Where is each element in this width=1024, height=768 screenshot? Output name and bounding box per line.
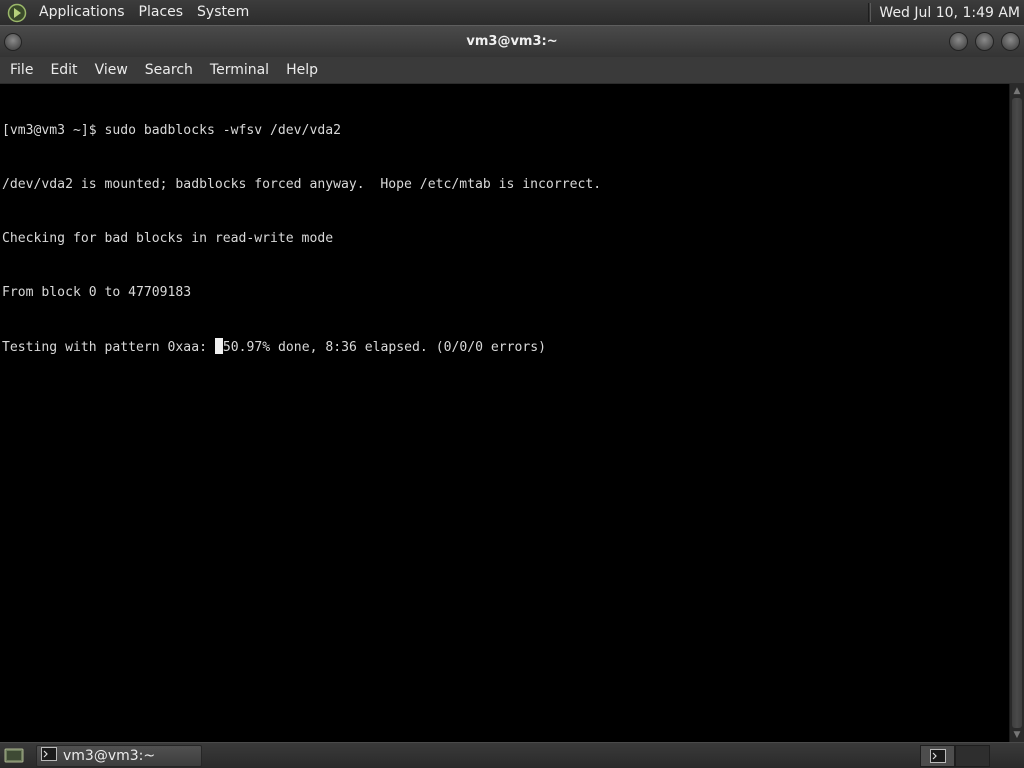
window-controls [949, 32, 1020, 51]
terminal-progress-line: Testing with pattern 0xaa: 50.97% done, … [2, 338, 1009, 356]
terminal-scrollbar[interactable]: ▲ ▼ [1009, 84, 1024, 742]
workspace-switcher[interactable] [920, 745, 990, 767]
workspace-2[interactable] [955, 745, 990, 767]
close-button[interactable] [1001, 32, 1020, 51]
terminal-icon [41, 746, 57, 765]
scroll-up-arrow-icon[interactable]: ▲ [1010, 84, 1024, 98]
menubar: File Edit View Search Terminal Help [0, 57, 1024, 83]
menu-edit[interactable]: Edit [43, 57, 84, 83]
taskbar-window-button[interactable]: vm3@vm3:~ [36, 744, 202, 767]
bottom-panel: vm3@vm3:~ [0, 742, 1024, 768]
menu-help[interactable]: Help [279, 57, 325, 83]
panel-separator [868, 3, 872, 22]
menu-view[interactable]: View [88, 57, 135, 83]
menu-search[interactable]: Search [138, 57, 200, 83]
window-title: vm3@vm3:~ [466, 34, 558, 49]
workspace-1[interactable] [920, 745, 955, 767]
system-menu[interactable]: System [190, 0, 256, 25]
window-menu-button[interactable] [4, 33, 22, 51]
applications-menu[interactable]: Applications [32, 0, 132, 25]
menu-terminal[interactable]: Terminal [203, 57, 276, 83]
terminal-line: Checking for bad blocks in read-write mo… [2, 231, 334, 246]
scrollbar-thumb[interactable] [1012, 98, 1022, 728]
gnome-foot-icon[interactable] [6, 2, 28, 24]
scroll-down-arrow-icon[interactable]: ▼ [1010, 728, 1024, 742]
show-desktop-icon[interactable] [2, 745, 26, 767]
text-cursor [214, 338, 223, 354]
progress-prefix: Testing with pattern 0xaa: [2, 340, 215, 355]
top-panel: Applications Places System Wed Jul 10, 1… [0, 0, 1024, 25]
places-menu[interactable]: Places [132, 0, 191, 25]
window-titlebar[interactable]: vm3@vm3:~ [0, 25, 1024, 57]
menu-file[interactable]: File [3, 57, 40, 83]
terminal-output[interactable]: [vm3@vm3 ~]$ sudo badblocks -wfsv /dev/v… [0, 84, 1009, 742]
progress-status: 50.97% done, 8:36 elapsed. (0/0/0 errors… [222, 340, 547, 355]
terminal-icon [929, 749, 946, 763]
terminal-line: From block 0 to 47709183 [2, 285, 192, 300]
minimize-button[interactable] [949, 32, 968, 51]
clock[interactable]: Wed Jul 10, 1:49 AM [879, 5, 1024, 21]
terminal-line: /dev/vda2 is mounted; badblocks forced a… [2, 177, 602, 192]
terminal-line: [vm3@vm3 ~]$ sudo badblocks -wfsv /dev/v… [2, 123, 341, 138]
taskbar-window-label: vm3@vm3:~ [63, 747, 156, 764]
maximize-button[interactable] [975, 32, 994, 51]
